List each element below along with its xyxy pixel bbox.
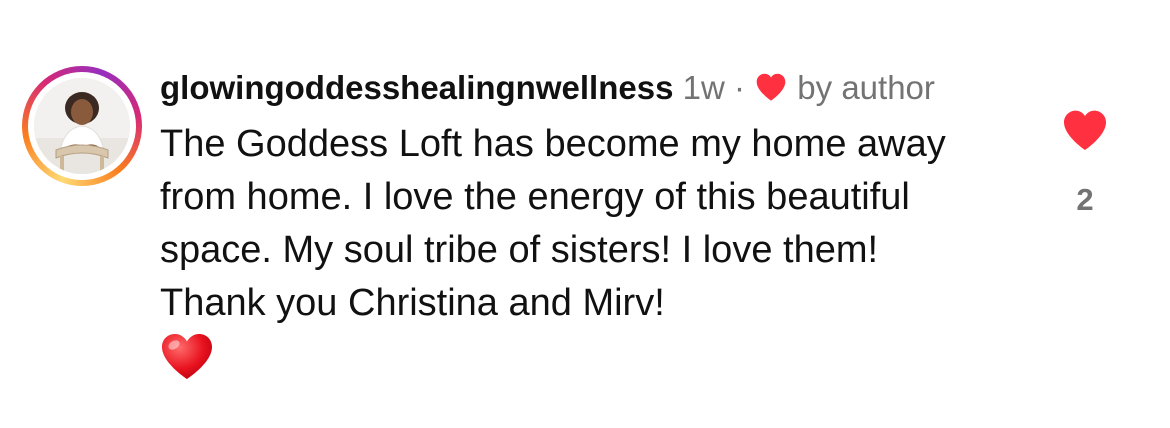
comment-meta: glowingoddesshealingnwellness 1w · by au… [160,66,980,110]
avatar-photo-icon [34,78,130,174]
avatar-ring-gap [28,72,136,180]
comment-row: glowingoddesshealingnwellness 1w · by au… [0,0,1170,428]
like-count[interactable]: 2 [1058,182,1112,218]
like-button[interactable] [1060,108,1110,152]
username-link[interactable]: glowingoddesshealingnwellness [160,69,673,106]
avatar[interactable] [34,78,130,174]
heart-emoji-icon [162,334,212,379]
comment-content: glowingoddesshealingnwellness 1w · by au… [160,66,980,382]
liked-by-author-label: by author [797,69,935,106]
author-liked-heart-icon [756,73,786,101]
comment-time: 1w [682,69,725,106]
like-column: 2 [1058,108,1112,218]
story-ring[interactable] [22,66,142,186]
meta-separator: · [733,69,745,106]
comment-text: The Goddess Loft has become my home away… [160,123,946,324]
